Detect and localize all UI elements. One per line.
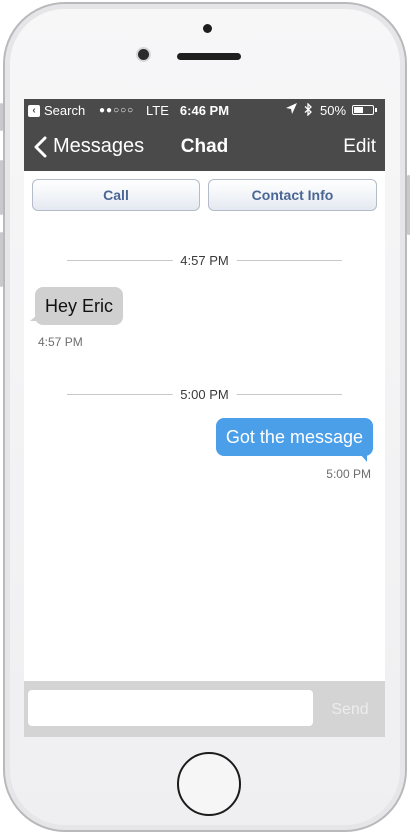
earpiece-speaker <box>177 53 241 60</box>
divider-time: 5:00 PM <box>172 387 237 402</box>
contact-info-button[interactable]: Contact Info <box>208 179 377 211</box>
incoming-message-bubble[interactable]: Hey Eric <box>30 287 124 325</box>
volume-down-button <box>0 232 3 287</box>
mute-switch <box>0 103 3 131</box>
home-button[interactable] <box>177 752 241 816</box>
message-text: Hey Eric <box>45 296 114 316</box>
edit-button[interactable]: Edit <box>343 136 376 158</box>
front-camera <box>138 49 149 60</box>
divider-time: 4:57 PM <box>172 253 237 268</box>
screen: ‹ Search ●●○○○ LTE 6:46 PM 50% Messages … <box>24 99 385 737</box>
volume-up-button <box>0 160 3 215</box>
message-timestamp: 5:00 PM <box>326 467 371 481</box>
message-input[interactable] <box>28 690 313 726</box>
call-button[interactable]: Call <box>32 179 200 211</box>
location-arrow-icon <box>286 103 297 117</box>
battery-tip <box>375 108 377 112</box>
bluetooth-icon <box>304 102 313 119</box>
sensor-dot <box>203 24 212 33</box>
battery-icon <box>352 105 374 115</box>
message-timestamp: 4:57 PM <box>38 335 83 349</box>
time-divider: 5:00 PM <box>67 387 342 402</box>
conversation-title: Chad <box>180 136 229 157</box>
status-bar: ‹ Search ●●○○○ LTE 6:46 PM 50% <box>24 99 385 123</box>
message-text: Got the message <box>225 427 363 447</box>
battery-percent: 50% <box>320 103 347 118</box>
battery-level <box>354 107 363 113</box>
compose-bar: Send <box>24 681 385 737</box>
time-divider: 4:57 PM <box>67 253 342 268</box>
send-button[interactable]: Send <box>322 701 378 719</box>
navigation-bar: Messages Chad Edit <box>24 123 385 171</box>
outgoing-message-bubble[interactable]: Got the message <box>215 418 373 462</box>
